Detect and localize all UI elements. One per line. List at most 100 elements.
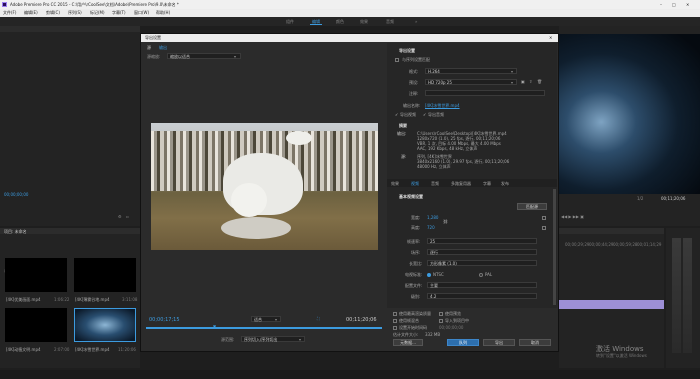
tab-output[interactable]: 输出 — [159, 45, 167, 51]
output-name-link[interactable]: [4K]冰雪世界.mp4 — [425, 103, 460, 109]
playhead-icon[interactable]: ▼ — [213, 324, 216, 329]
tab-captions[interactable]: 字幕 — [483, 181, 491, 187]
max-depth-checkbox[interactable] — [393, 311, 397, 316]
metadata-button[interactable]: 元数据... — [393, 339, 423, 346]
import-preset-icon[interactable]: ⇪ — [529, 79, 532, 84]
clip-thumbnail[interactable] — [5, 308, 67, 342]
close-button[interactable]: ✕ — [686, 2, 689, 7]
workspace-color[interactable]: 颜色 — [336, 19, 344, 25]
height-checkbox[interactable] — [542, 225, 546, 230]
clip-duration: 1:06:22 — [54, 297, 70, 302]
aspect-select[interactable]: 方形像素 (1.0) — [427, 260, 537, 266]
format-select[interactable]: H.264 ▾ — [425, 68, 517, 74]
preview-scrubber[interactable]: ▼ — [146, 324, 382, 329]
start-timecode[interactable]: 00;00;00;00 — [439, 325, 463, 330]
menu-sequence[interactable]: 序列(S) — [68, 10, 82, 16]
workspace-assembly[interactable]: 组件 — [286, 19, 294, 25]
delete-preset-icon[interactable]: 🗑 — [537, 79, 542, 84]
menu-title[interactable]: 字幕(T) — [112, 10, 126, 16]
frame-blending-checkbox[interactable] — [393, 318, 397, 323]
clip-thumbnail-selected[interactable] — [74, 308, 136, 342]
menu-clip[interactable]: 剪辑(C) — [46, 10, 60, 16]
project-tab[interactable]: 项目: 未命名 — [4, 229, 27, 235]
menu-marker[interactable]: 标记(M) — [90, 10, 105, 16]
maximize-button[interactable]: □ — [672, 2, 676, 7]
summary-source-line: 48000 Hz, 立体声 — [417, 164, 451, 169]
menu-help[interactable]: 帮助(H) — [156, 10, 170, 16]
export-video-checkbox[interactable]: ✓ — [395, 112, 398, 117]
profile-select[interactable]: 主要 — [427, 282, 537, 288]
framerate-select[interactable]: 25 — [427, 238, 537, 244]
tab-multiplexer[interactable]: 多路复用器 — [451, 181, 471, 187]
save-preset-icon[interactable]: ▣ — [521, 79, 525, 84]
pal-radio[interactable] — [479, 272, 483, 277]
export-settings-dialog: 导出设置 ✕ 源 输出 源缩放: 缩放以适合 ▾ 00;00;17;15 适合 … — [140, 33, 559, 352]
audio-meters — [666, 228, 700, 368]
export-audio-checkbox[interactable]: ✓ — [423, 112, 426, 117]
workspace-menu-icon[interactable]: » — [415, 19, 417, 24]
ntsc-radio[interactable] — [427, 272, 431, 277]
match-source-button[interactable]: 匹配源 — [517, 203, 547, 210]
use-previews-checkbox[interactable] — [439, 311, 443, 316]
settings-scrollbar[interactable] — [553, 189, 556, 305]
settings-pane: 导出设置 与序列设置匹配 格式: H.264 ▾ 预设: HD 720p 25 … — [387, 43, 557, 349]
use-previews-label: 使用预览 — [445, 311, 461, 316]
dialog-title: 导出设置 — [145, 35, 161, 40]
preset-select[interactable]: HD 720p 25 ▾ — [425, 79, 517, 85]
program-page[interactable]: 1/2 — [637, 196, 643, 201]
width-value[interactable]: 1,280 — [427, 215, 438, 220]
dialog-close-button[interactable]: ✕ — [549, 35, 552, 40]
match-seq-checkbox[interactable] — [395, 57, 399, 62]
comments-label: 注释: — [409, 91, 419, 96]
fit-select[interactable]: 适合 ▾ — [251, 316, 281, 322]
clip-name: [4K]冰雪世界.mp4 — [75, 347, 110, 352]
tab-video[interactable]: 视频 — [411, 181, 419, 187]
workspace-audio[interactable]: 音频 — [386, 19, 394, 25]
source-scaling-select[interactable]: 缩放以适合 ▾ — [167, 53, 241, 59]
menu-window[interactable]: 窗口(W) — [134, 10, 149, 16]
clip-duration: 11:20:06 — [118, 347, 136, 352]
import-project-checkbox[interactable] — [439, 318, 443, 323]
menu-file[interactable]: 文件(F) — [3, 10, 16, 16]
aspect-icon[interactable]: ⛶ — [317, 316, 320, 321]
workspace-effects[interactable]: 效果 — [360, 19, 368, 25]
cancel-button[interactable]: 取消 — [519, 339, 551, 346]
set-start-checkbox[interactable] — [393, 325, 397, 330]
export-frame-icon[interactable]: ▫ — [126, 214, 129, 219]
source-timecode: 00;00;00;00 — [4, 192, 29, 197]
fieldorder-label: 场序: — [411, 250, 421, 255]
source-monitor-panel: 00;00;00;00 ⚙ ▫ — [0, 26, 140, 226]
menu-edit[interactable]: 编辑(E) — [24, 10, 38, 16]
tvstd-label: 电视标准: — [405, 272, 423, 277]
clip-thumbnail[interactable] — [5, 258, 67, 292]
height-value[interactable]: 720 — [427, 225, 435, 230]
program-video — [559, 34, 700, 194]
tab-audio[interactable]: 音频 — [431, 181, 439, 187]
fieldorder-select[interactable]: 逐行 — [427, 249, 537, 255]
export-video-label: 导出视频 — [400, 112, 416, 117]
audio-clip-bar[interactable] — [559, 300, 664, 309]
framerate-value: 25 — [430, 239, 436, 244]
workspace-bar: 组件 编辑 颜色 效果 音频 » — [0, 17, 700, 26]
minimize-button[interactable]: – — [660, 2, 662, 7]
wrench-icon[interactable]: ⚙ — [118, 214, 122, 219]
tab-source[interactable]: 源 — [147, 45, 151, 51]
set-start-label: 设置开始时间码 — [399, 325, 427, 330]
queue-button[interactable]: 队列 — [447, 339, 479, 346]
clip-thumbnail[interactable] — [74, 258, 136, 292]
chevron-down-icon: ▾ — [275, 317, 278, 322]
import-project-label: 导入到项目中 — [445, 318, 469, 323]
link-dimensions-icon[interactable]: ⛓ — [443, 219, 448, 224]
tab-effects[interactable]: 效果 — [391, 181, 399, 187]
preview-image — [151, 123, 378, 250]
level-select[interactable]: 4.2 — [427, 293, 537, 299]
pal-label: PAL — [485, 272, 493, 277]
tab-publish[interactable]: 发布 — [501, 181, 509, 187]
comments-input[interactable] — [425, 90, 545, 96]
width-checkbox[interactable] — [542, 215, 546, 220]
chevron-down-icon: ▾ — [511, 69, 514, 74]
summary-output-line: AAC, 192 Kbps, 48 kHz, 立体声 — [417, 146, 478, 151]
export-button[interactable]: 导出 — [483, 339, 515, 346]
height-label: 高度: — [411, 225, 421, 230]
source-range-select[interactable]: 序列切入/序列切出 ▾ — [241, 336, 305, 342]
